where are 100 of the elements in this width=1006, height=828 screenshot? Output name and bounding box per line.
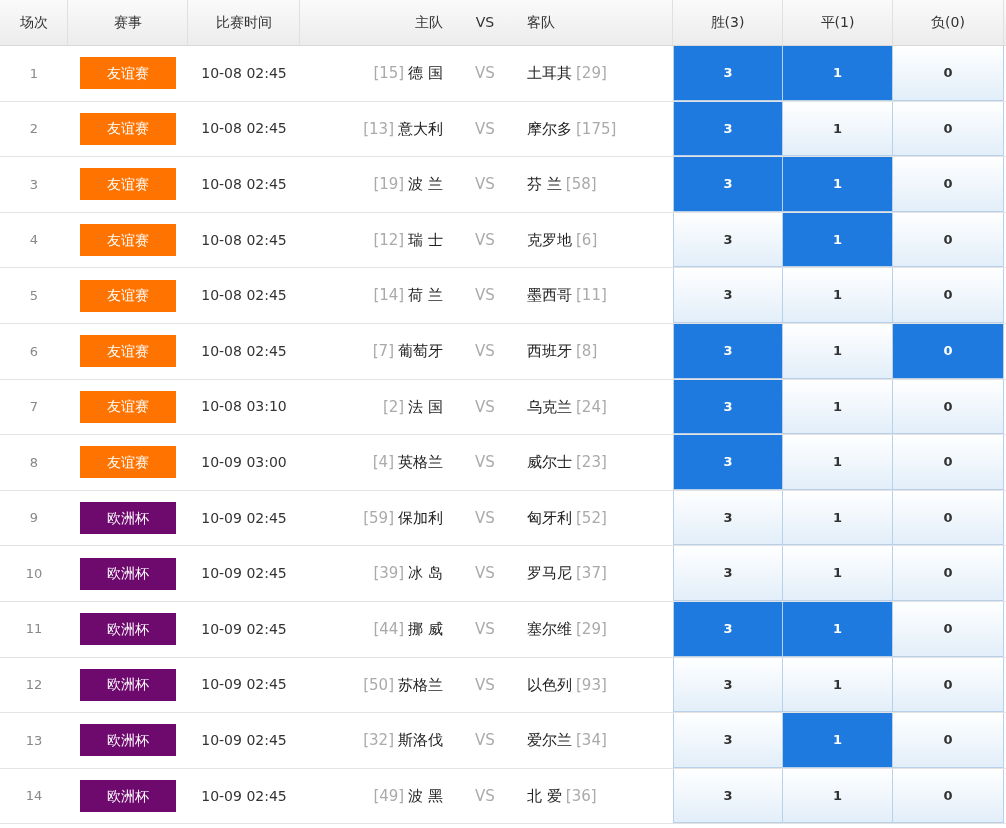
away-rank: [58] <box>565 174 597 196</box>
away-team: 爱尔兰 <box>527 730 572 752</box>
odds-option[interactable]: 3 <box>673 768 783 824</box>
odds-option[interactable]: 0 <box>893 46 1004 101</box>
away-team: 西班牙 <box>527 341 572 362</box>
home-team: 波 黑 <box>408 785 443 807</box>
odds-option[interactable]: 1 <box>783 46 893 101</box>
match-number: 1 <box>28 64 40 83</box>
odds-option[interactable]: 0 <box>893 490 1004 546</box>
league-badge: 友谊赛 <box>80 335 176 368</box>
odds-option[interactable]: 3 <box>673 212 783 268</box>
odds-option[interactable]: 0 <box>893 601 1004 657</box>
match-number: 2 <box>28 120 40 139</box>
column-header: VS <box>474 13 496 32</box>
league-badge: 友谊赛 <box>80 57 176 90</box>
column-header: 赛事 <box>68 0 188 45</box>
odds-option[interactable]: 1 <box>783 601 893 657</box>
match-time: 10-08 02:45 <box>200 286 288 306</box>
odds-option[interactable]: 3 <box>673 601 783 657</box>
home-rank: [15] <box>373 63 405 85</box>
odds-option[interactable]: 0 <box>893 212 1004 268</box>
vs-label: VS <box>474 785 496 807</box>
odds-option[interactable]: 1 <box>783 435 893 490</box>
home-team: 苏格兰 <box>398 674 443 696</box>
away-team: 克罗地 <box>527 229 572 251</box>
odds-option[interactable]: 0 <box>893 657 1004 713</box>
home-team: 荷 兰 <box>408 285 443 307</box>
away-rank: [23] <box>576 452 607 474</box>
odds-option[interactable]: 3 <box>673 713 783 768</box>
home-team: 保加利 <box>398 507 443 529</box>
odds-option[interactable]: 0 <box>893 268 1004 323</box>
odds-option[interactable]: 3 <box>673 157 783 212</box>
odds-option[interactable]: 1 <box>783 212 893 268</box>
odds-option[interactable]: 1 <box>783 379 893 435</box>
odds-option[interactable]: 3 <box>673 379 783 435</box>
odds-option[interactable]: 3 <box>673 268 783 323</box>
odds-option[interactable]: 0 <box>893 101 1004 157</box>
away-team: 罗马尼 <box>527 563 572 585</box>
odds-option[interactable]: 1 <box>783 157 893 212</box>
odds-option[interactable]: 0 <box>893 435 1004 490</box>
away-rank: [24] <box>576 396 607 418</box>
vs-label: VS <box>474 174 496 196</box>
odds-option[interactable]: 3 <box>673 490 783 546</box>
league-badge: 友谊赛 <box>80 279 176 312</box>
column-header: 比赛时间 <box>188 0 300 45</box>
match-number: 12 <box>24 676 44 695</box>
odds-option[interactable]: 1 <box>783 490 893 546</box>
column-header: 场次 <box>0 0 68 45</box>
odds-option[interactable]: 1 <box>783 768 893 824</box>
home-rank: [44] <box>373 619 405 640</box>
odds-option[interactable]: 3 <box>673 657 783 713</box>
home-team: 冰 岛 <box>408 563 443 585</box>
odds-option[interactable]: 0 <box>893 768 1004 824</box>
odds-option[interactable]: 1 <box>783 657 893 713</box>
odds-option[interactable]: 3 <box>673 323 783 379</box>
column-header: 平(1) <box>783 0 893 45</box>
odds-option[interactable]: 1 <box>783 101 893 157</box>
odds-option[interactable]: 0 <box>893 713 1004 768</box>
vs-label: VS <box>474 674 496 696</box>
odds-option[interactable]: 1 <box>783 268 893 323</box>
vs-label: VS <box>474 63 496 85</box>
odds-option[interactable]: 3 <box>673 546 783 601</box>
odds-option[interactable]: 1 <box>783 713 893 768</box>
odds-option[interactable]: 1 <box>783 323 893 379</box>
vs-label: VS <box>474 118 496 140</box>
match-time: 10-08 02:45 <box>200 119 288 139</box>
match-time: 10-08 02:45 <box>200 63 288 83</box>
away-team: 北 爱 <box>527 785 562 807</box>
vs-label: VS <box>474 452 496 474</box>
match-number: 4 <box>28 231 40 250</box>
match-number: 10 <box>24 564 44 583</box>
match-time: 10-09 02:45 <box>200 730 288 750</box>
home-rank: [12] <box>373 229 405 251</box>
away-rank: [29] <box>576 619 607 640</box>
odds-option[interactable]: 0 <box>893 323 1004 379</box>
home-team: 挪 威 <box>408 619 443 640</box>
away-rank: [37] <box>576 563 607 585</box>
away-rank: [8] <box>576 341 598 362</box>
league-badge: 欧洲杯 <box>80 557 176 590</box>
match-time: 10-09 03:00 <box>200 452 288 472</box>
odds-option[interactable]: 3 <box>673 101 783 157</box>
match-number: 5 <box>28 286 40 305</box>
match-number: 8 <box>28 453 40 472</box>
odds-option[interactable]: 0 <box>893 157 1004 212</box>
match-time: 10-08 02:45 <box>200 230 288 250</box>
odds-option[interactable]: 3 <box>673 435 783 490</box>
away-team: 以色列 <box>527 674 572 696</box>
home-rank: [50] <box>363 674 394 696</box>
away-rank: [52] <box>576 507 607 529</box>
odds-option[interactable]: 3 <box>673 46 783 101</box>
home-rank: [14] <box>373 285 405 307</box>
odds-option[interactable]: 1 <box>783 546 893 601</box>
match-number: 11 <box>24 620 44 639</box>
away-team: 墨西哥 <box>527 285 572 307</box>
home-team: 瑞 士 <box>408 229 443 251</box>
home-team: 法 国 <box>408 396 443 418</box>
odds-option[interactable]: 0 <box>893 546 1004 601</box>
away-rank: [93] <box>576 674 607 696</box>
match-time: 10-08 03:10 <box>200 397 288 417</box>
odds-option[interactable]: 0 <box>893 379 1004 435</box>
